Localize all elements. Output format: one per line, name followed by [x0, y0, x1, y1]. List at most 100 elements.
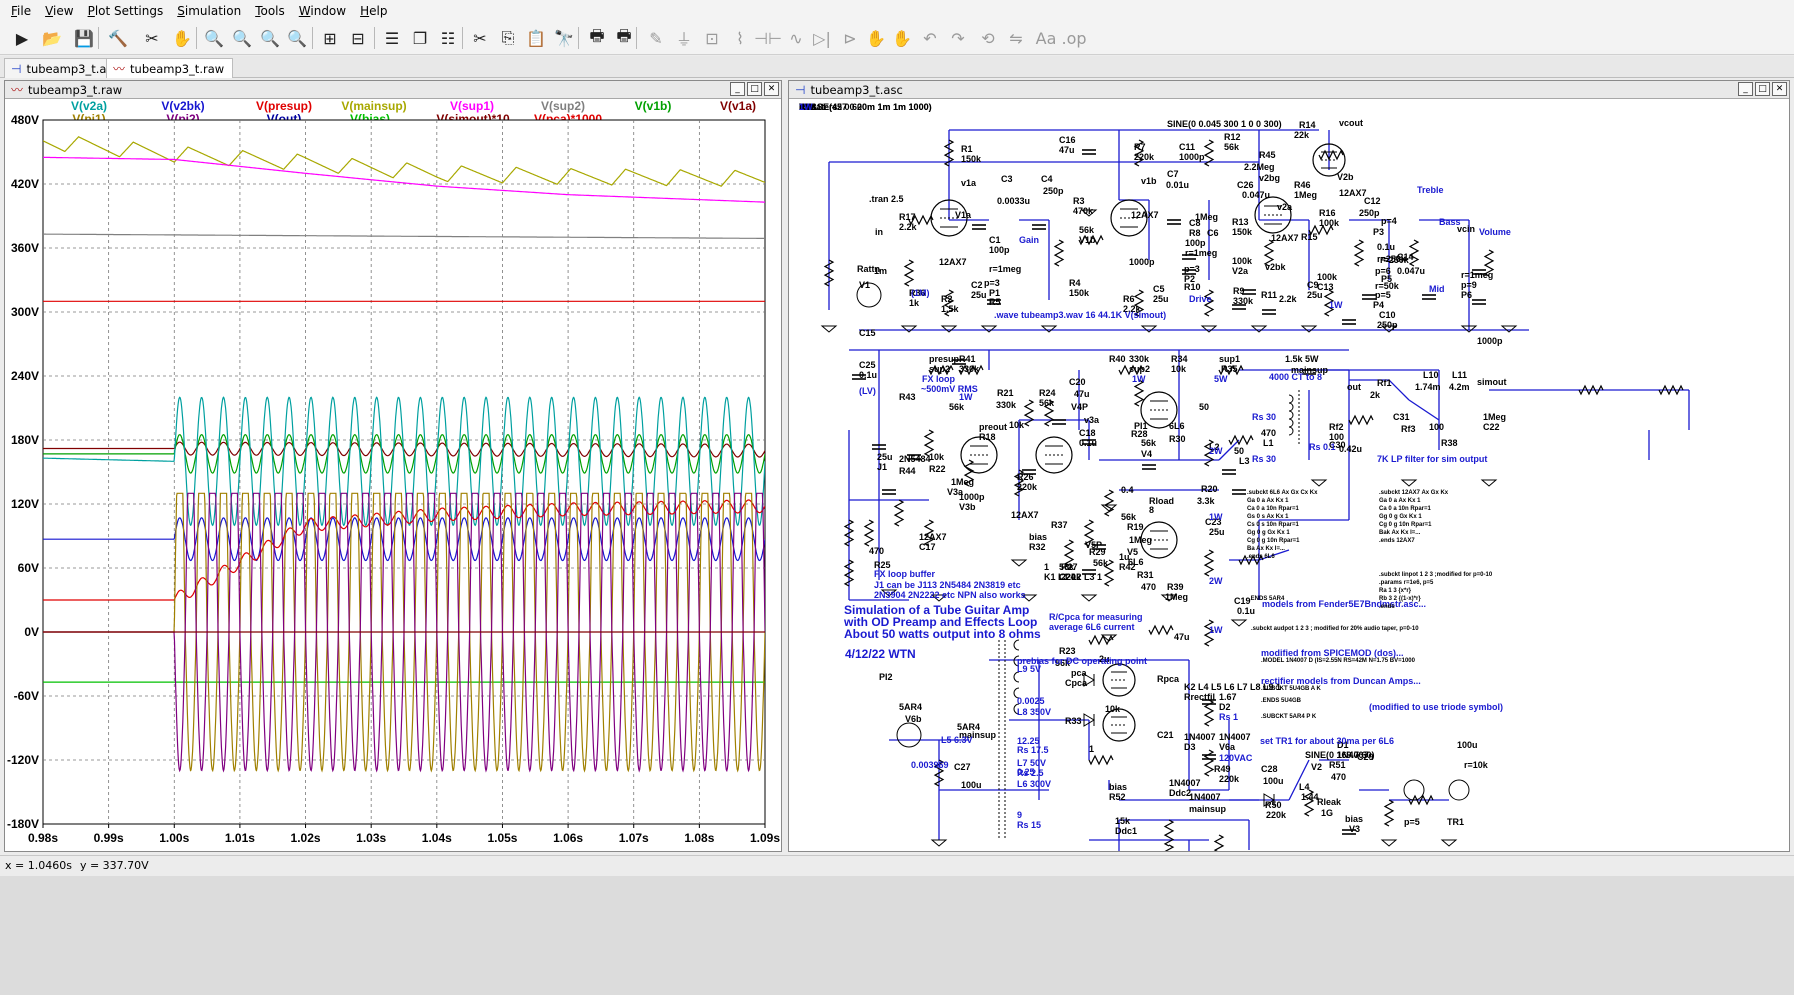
schematic-label[interactable]: 220k [1219, 774, 1240, 784]
schematic-label[interactable]: R1 [961, 144, 973, 154]
spice-model-line[interactable]: .ENDS 5U4GB [1261, 698, 1302, 704]
schematic-label[interactable]: V4P [1071, 402, 1088, 412]
legend-entry[interactable]: V(v1b) [635, 100, 672, 113]
schematic-label[interactable]: 100k [1319, 218, 1340, 228]
cut-icon[interactable]: ✂ [468, 26, 492, 50]
schematic-label[interactable]: pca [1071, 668, 1088, 678]
schematic-annotation[interactable]: J1 can be J113 2N5484 2N3819 etc [874, 580, 1021, 590]
pan-icon[interactable]: ✋ [170, 26, 194, 50]
schematic-label[interactable]: V2b [1337, 172, 1354, 182]
schematic-label[interactable]: sup2 [929, 364, 950, 374]
save-icon[interactable]: 💾 [72, 26, 96, 50]
schematic-label[interactable]: 1000p [1129, 257, 1155, 267]
spice-model-line[interactable]: Ra 1 3 {x*r} [1379, 588, 1412, 594]
schematic-label[interactable]: R8 [1189, 228, 1201, 238]
schematic-label[interactable]: R27 [1061, 562, 1078, 572]
component-icon[interactable]: ⊳ [838, 26, 862, 50]
schematic-label[interactable]: presup [929, 354, 960, 364]
schematic-label[interactable]: C5 [1153, 284, 1165, 294]
schematic-label[interactable]: R49 [1214, 764, 1231, 774]
schematic-label[interactable]: 10k [1009, 420, 1025, 430]
schematic-annotation[interactable]: FX loop [922, 374, 955, 384]
vacuum-tube-symbol[interactable] [960, 436, 998, 474]
schematic-label[interactable]: R34 [1171, 354, 1188, 364]
schematic-label[interactable]: C27 [954, 762, 971, 772]
schematic-label[interactable]: R30 [1169, 434, 1186, 444]
schematic-label[interactable]: 150k [961, 154, 982, 164]
schematic-label[interactable]: P4 [1373, 300, 1384, 310]
schematic-annotation[interactable]: 7K LP filter for sim output [1377, 454, 1487, 464]
schematic-annotation[interactable]: .wave tubeamp3.wav 16 44.1K V(simout) [994, 310, 1166, 320]
schematic-label[interactable]: 0.4 [1121, 485, 1134, 495]
schematic-label[interactable]: R3 [1073, 196, 1085, 206]
schematic-label[interactable]: r=10k [1464, 760, 1489, 770]
schematic-label[interactable]: 330k [1233, 296, 1254, 306]
schematic-label[interactable]: 1N4007 [1189, 792, 1221, 802]
resistor-symbol[interactable] [843, 559, 855, 587]
rotate-icon[interactable]: ⟲ [976, 26, 1000, 50]
schematic-annotation[interactable]: Mid [1429, 284, 1445, 294]
schematic-label[interactable]: bias [1029, 532, 1047, 542]
schematic-label[interactable]: p=5 [1375, 290, 1391, 300]
tab-plot[interactable]: 〰 tubeamp3_t.raw [106, 58, 234, 78]
schematic-label[interactable]: R35 [1221, 364, 1238, 374]
tile-horizontal-icon[interactable]: ☰ [380, 26, 404, 50]
spice-model-line[interactable]: Cg 0 g 10n Rpar=1 [1247, 538, 1300, 544]
schematic-annotation[interactable]: Rs 17.5 [1017, 745, 1049, 755]
cascade-icon[interactable]: ❐ [408, 26, 432, 50]
schematic-label[interactable]: R17 [899, 212, 916, 222]
resistor-symbol[interactable] [1163, 819, 1175, 847]
schematic-label[interactable]: simout [1477, 377, 1507, 387]
autorange-icon[interactable]: ⊞ [318, 26, 342, 50]
schematic-label[interactable]: 4.2m [1449, 382, 1470, 392]
schematic-label[interactable]: P3 [1373, 227, 1384, 237]
schematic-label[interactable]: R2 [941, 294, 953, 304]
schematic-label[interactable]: 56k [1141, 438, 1157, 448]
schematic-label[interactable]: R12 [1224, 132, 1241, 142]
schematic-label[interactable]: R37 [1051, 520, 1068, 530]
schematic-label[interactable]: R21 [997, 388, 1014, 398]
schematic-label[interactable]: v2bk [1265, 262, 1287, 272]
schematic-label[interactable]: R45 [1259, 150, 1276, 160]
draw-wire-icon[interactable]: ✎ [644, 26, 668, 50]
zoom-out-icon[interactable]: 🔍 [258, 26, 282, 50]
schematic-label[interactable]: 1000p [1477, 336, 1503, 346]
schematic-label[interactable]: 0.1u [1079, 438, 1097, 448]
schematic-label[interactable]: 12AX7 [919, 532, 947, 542]
minimize-button[interactable]: _ [730, 82, 745, 96]
schematic-label[interactable]: C31 [1393, 412, 1410, 422]
schematic-label[interactable]: R40 [1109, 354, 1126, 364]
schematic-label[interactable]: 0.0033u [997, 196, 1030, 206]
schematic-label[interactable]: 5AR4 [899, 702, 922, 712]
resistor-symbol[interactable] [863, 519, 875, 547]
resistor-symbol[interactable] [1228, 434, 1254, 446]
schematic-label[interactable]: in [875, 227, 883, 237]
schematic-label[interactable]: out [1347, 382, 1361, 392]
schematic-label[interactable]: p=5 [1404, 817, 1420, 827]
schematic-label[interactable]: R51 [1329, 760, 1346, 770]
schematic-label[interactable]: R14 [1299, 120, 1316, 130]
capacitor-symbol[interactable] [1202, 754, 1216, 760]
schematic-label[interactable]: 25u [1153, 294, 1169, 304]
schematic-label[interactable]: 0.047u [1397, 266, 1425, 276]
schematic-label[interactable]: 100u [1457, 740, 1478, 750]
schematic-label[interactable]: 470 [1331, 772, 1346, 782]
schematic-label[interactable]: v1b [1141, 176, 1157, 186]
schematic-label[interactable]: 12AX7 [1131, 210, 1159, 220]
wire[interactable] [1388, 379, 1410, 401]
menu-plot-settings[interactable]: Plot Settings [81, 4, 171, 18]
schematic-label[interactable]: 250p [1377, 320, 1398, 330]
schematic-annotation[interactable]: Rs 0.1 [1309, 442, 1336, 452]
move-icon[interactable]: ✋ [864, 26, 888, 50]
schematic-label[interactable]: R6 [1123, 294, 1135, 304]
schematic-label[interactable]: Rrectfil [1184, 692, 1215, 702]
schematic-annotation[interactable]: (1M) [911, 288, 930, 298]
schematic-label[interactable]: R10 [1184, 282, 1201, 292]
schematic-label[interactable]: 1m [874, 266, 887, 276]
resistor-symbol[interactable] [1053, 239, 1065, 267]
tile-vertical-icon[interactable]: ☷ [436, 26, 460, 50]
spice-directive-icon[interactable]: .op [1061, 26, 1086, 50]
spice-model-line[interactable]: Cs 0 s 10n Rpar=1 [1247, 522, 1300, 528]
schematic-label[interactable]: 56k [1121, 512, 1137, 522]
capacitor-icon[interactable]: ⊣⊢ [754, 26, 782, 50]
